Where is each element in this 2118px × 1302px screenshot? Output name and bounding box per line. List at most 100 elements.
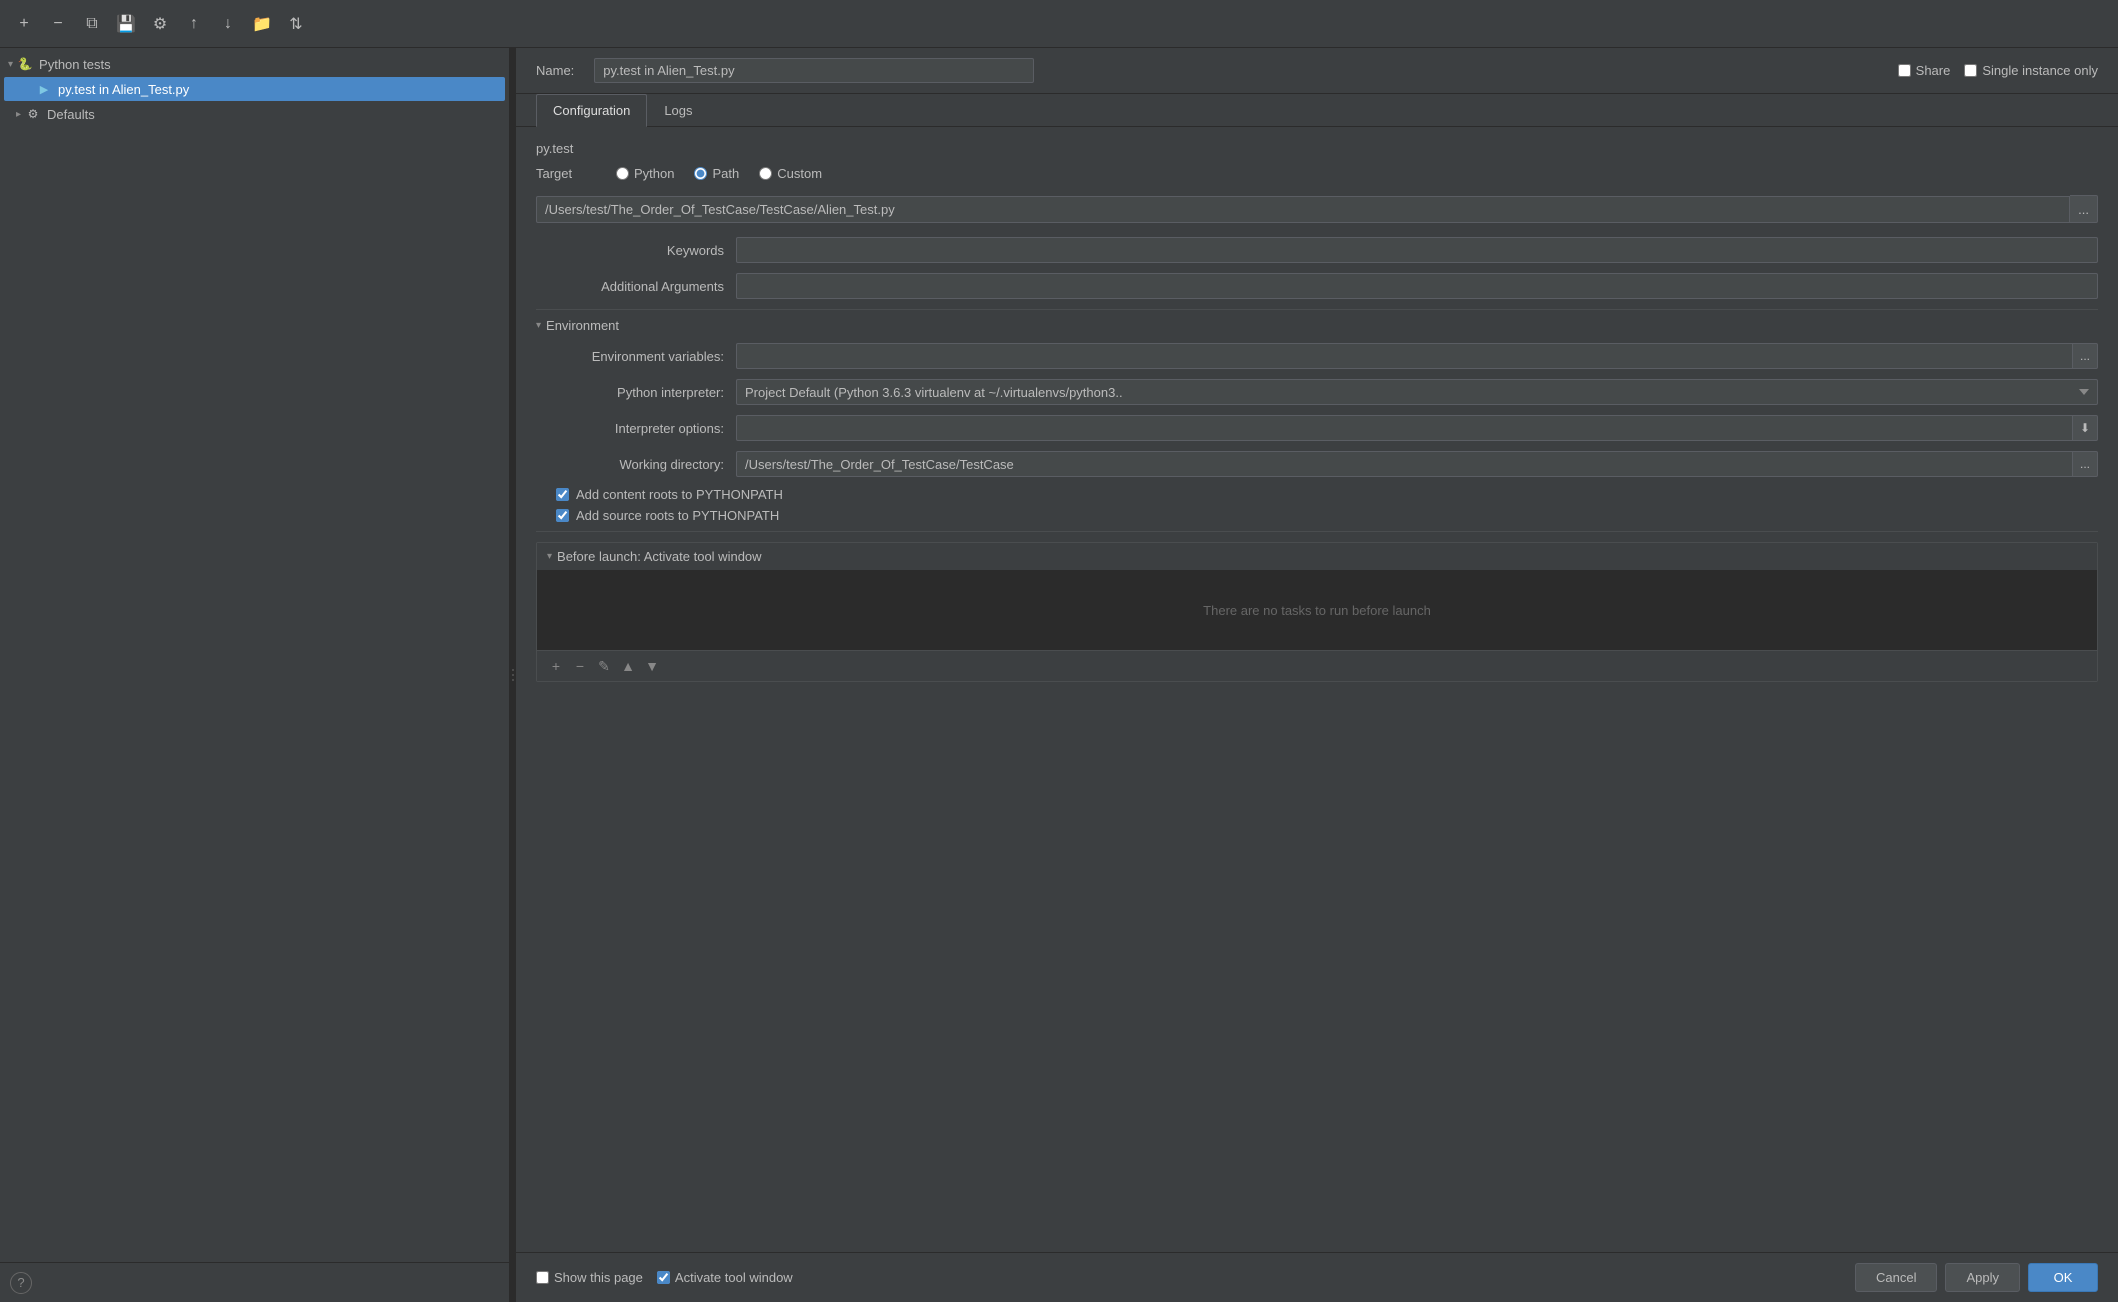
- config-panel: Name: Share Single instance only Configu…: [516, 48, 2118, 1302]
- working-directory-row: Working directory: ...: [536, 451, 2098, 477]
- sidebar-bottom: ?: [0, 1262, 509, 1302]
- before-launch-edit-button[interactable]: ✎: [593, 655, 615, 677]
- run-config-tree: ▾ 🐍 Python tests ▶ py.test in Alien_Test…: [0, 48, 509, 1262]
- target-path-option[interactable]: Path: [694, 166, 739, 181]
- config-content: py.test Target Python Path Custom: [516, 127, 2118, 1252]
- before-launch-content: There are no tasks to run before launch: [537, 570, 2097, 650]
- main-toolbar: + − ⧉ 💾 ⚙ ↑ ↓ 📁 ⇅: [0, 0, 2118, 48]
- single-instance-label: Single instance only: [1982, 63, 2098, 78]
- resize-dots-icon: [512, 669, 514, 681]
- python-tests-icon: 🐍: [17, 56, 33, 72]
- path-input[interactable]: [536, 196, 2070, 223]
- add-source-roots-checkbox[interactable]: [556, 509, 569, 522]
- target-row: Target Python Path Custom: [536, 166, 2098, 181]
- target-custom-radio[interactable]: [759, 167, 772, 180]
- working-directory-input[interactable]: [736, 451, 2073, 477]
- divider-1: [536, 309, 2098, 310]
- help-button[interactable]: ?: [10, 1272, 32, 1294]
- sort-button[interactable]: ⇅: [282, 10, 310, 38]
- activate-tool-window-option[interactable]: Activate tool window: [657, 1270, 793, 1285]
- gear-button[interactable]: ⚙: [146, 10, 174, 38]
- name-label: Name:: [536, 63, 574, 78]
- before-launch-down-button[interactable]: ▼: [641, 655, 663, 677]
- add-content-roots-label[interactable]: Add content roots to PYTHONPATH: [576, 487, 783, 502]
- before-launch-remove-button[interactable]: −: [569, 655, 591, 677]
- interpreter-options-input[interactable]: [736, 415, 2073, 441]
- environment-section-header[interactable]: ▾ Environment: [536, 318, 2098, 333]
- activate-tool-window-checkbox[interactable]: [657, 1271, 670, 1284]
- environment-section-title: Environment: [546, 318, 619, 333]
- target-python-radio[interactable]: [616, 167, 629, 180]
- folder-button[interactable]: 📁: [248, 10, 276, 38]
- run-config-item-icon: ▶: [36, 81, 52, 97]
- target-path-label: Path: [712, 166, 739, 181]
- save-config-button[interactable]: 💾: [112, 10, 140, 38]
- interpreter-options-row: Interpreter options: ⬇: [536, 415, 2098, 441]
- add-config-button[interactable]: +: [10, 10, 38, 38]
- remove-config-button[interactable]: −: [44, 10, 72, 38]
- path-row: ...: [536, 195, 2098, 223]
- bottom-row: Show this page Activate tool window Canc…: [516, 1252, 2118, 1302]
- python-tests-group[interactable]: ▾ 🐍 Python tests: [0, 52, 509, 76]
- env-variables-field: ...: [736, 343, 2098, 369]
- keywords-label: Keywords: [536, 243, 736, 258]
- target-path-radio[interactable]: [694, 167, 707, 180]
- pytest-label: py.test: [536, 141, 2098, 156]
- env-variables-input[interactable]: [736, 343, 2073, 369]
- add-content-roots-checkbox[interactable]: [556, 488, 569, 501]
- keywords-input[interactable]: [736, 237, 2098, 263]
- tab-configuration[interactable]: Configuration: [536, 94, 647, 127]
- python-interpreter-label: Python interpreter:: [536, 385, 736, 400]
- target-python-label: Python: [634, 166, 674, 181]
- working-directory-label: Working directory:: [536, 457, 736, 472]
- defaults-group[interactable]: ▸ ⚙ Defaults: [0, 102, 509, 126]
- config-header: Name: Share Single instance only: [516, 48, 2118, 94]
- env-variables-row: Environment variables: ...: [536, 343, 2098, 369]
- divider-2: [536, 531, 2098, 532]
- action-buttons: Cancel Apply OK: [1855, 1263, 2098, 1292]
- environment-chevron-icon: ▾: [536, 320, 541, 331]
- before-launch-title: Before launch: Activate tool window: [557, 549, 762, 564]
- before-launch-up-button[interactable]: ▲: [617, 655, 639, 677]
- before-launch-chevron-icon: ▾: [547, 551, 552, 562]
- tab-logs[interactable]: Logs: [647, 94, 709, 127]
- ok-button[interactable]: OK: [2028, 1263, 2098, 1292]
- python-interpreter-row: Python interpreter: Project Default (Pyt…: [536, 379, 2098, 405]
- target-custom-option[interactable]: Custom: [759, 166, 822, 181]
- copy-config-button[interactable]: ⧉: [78, 10, 106, 38]
- add-content-roots-row: Add content roots to PYTHONPATH: [536, 487, 2098, 502]
- show-this-page-option[interactable]: Show this page: [536, 1270, 643, 1285]
- working-directory-browse-button[interactable]: ...: [2073, 451, 2098, 477]
- run-config-item-alien-test[interactable]: ▶ py.test in Alien_Test.py: [4, 77, 505, 101]
- arrow-up-button[interactable]: ↑: [180, 10, 208, 38]
- additional-args-input[interactable]: [736, 273, 2098, 299]
- python-tests-label: Python tests: [39, 57, 111, 72]
- add-source-roots-label[interactable]: Add source roots to PYTHONPATH: [576, 508, 779, 523]
- target-python-option[interactable]: Python: [616, 166, 674, 181]
- share-checkbox[interactable]: [1898, 64, 1911, 77]
- single-instance-option[interactable]: Single instance only: [1964, 63, 2098, 78]
- path-browse-button[interactable]: ...: [2070, 195, 2098, 223]
- env-variables-browse-button[interactable]: ...: [2073, 343, 2098, 369]
- before-launch-section: ▾ Before launch: Activate tool window Th…: [536, 542, 2098, 682]
- interpreter-options-download-button[interactable]: ⬇: [2073, 415, 2098, 441]
- interpreter-options-field: ⬇: [736, 415, 2098, 441]
- arrow-down-button[interactable]: ↓: [214, 10, 242, 38]
- before-launch-toolbar: + − ✎ ▲ ▼: [537, 650, 2097, 681]
- defaults-icon: ⚙: [25, 106, 41, 122]
- cancel-button[interactable]: Cancel: [1855, 1263, 1937, 1292]
- defaults-chevron-icon: ▸: [16, 109, 21, 120]
- single-instance-checkbox[interactable]: [1964, 64, 1977, 77]
- config-name-input[interactable]: [594, 58, 1034, 83]
- before-launch-header[interactable]: ▾ Before launch: Activate tool window: [537, 543, 2097, 570]
- working-directory-field: ...: [736, 451, 2098, 477]
- before-launch-add-button[interactable]: +: [545, 655, 567, 677]
- apply-button[interactable]: Apply: [1945, 1263, 2020, 1292]
- share-option[interactable]: Share: [1898, 63, 1951, 78]
- tabs-bar: Configuration Logs: [516, 94, 2118, 127]
- python-interpreter-select[interactable]: Project Default (Python 3.6.3 virtualenv…: [736, 379, 2098, 405]
- show-this-page-checkbox[interactable]: [536, 1271, 549, 1284]
- target-custom-label: Custom: [777, 166, 822, 181]
- share-label: Share: [1916, 63, 1951, 78]
- run-config-item-label: py.test in Alien_Test.py: [58, 82, 189, 97]
